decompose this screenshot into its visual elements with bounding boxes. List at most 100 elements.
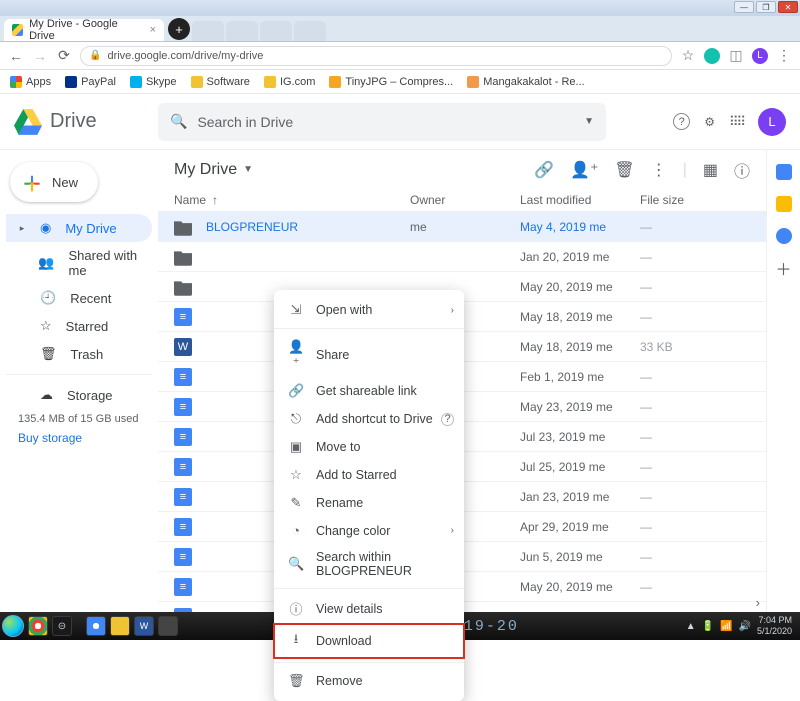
sidebar-item-storage[interactable]: ☁ Storage [6,381,152,409]
tasks-addon-button[interactable] [776,228,792,244]
help-button[interactable]: ? [673,113,690,130]
tray-volume-icon[interactable]: 🔊 [739,621,751,632]
folder-icon [174,218,192,236]
clock-icon: 🕘 [40,290,56,306]
search-input[interactable]: 🔍 Search in Drive ▼ [158,103,606,141]
settings-button[interactable]: ⚙ [704,115,715,129]
bookmarks-bar: Apps PayPal Skype Software IG.com TinyJP… [0,70,800,94]
bookmark-tinyjpg[interactable]: TinyJPG – Compres... [329,76,453,88]
tinyjpg-icon [329,76,341,88]
drive-icon: ◉ [40,220,51,236]
taskbar-app-chrome[interactable] [28,616,48,636]
window-titlebar: — ❐ ✕ [0,0,800,16]
sidebar-item-shared[interactable]: 👥 Shared with me [6,242,152,284]
file-size: — [640,580,720,594]
column-modified[interactable]: Last modified [520,193,640,207]
search-icon: 🔍 [288,556,304,572]
view-details-button[interactable]: ⓘ [734,158,750,182]
background-tab[interactable] [260,21,292,41]
taskbar-app-explorer[interactable] [110,616,130,636]
window-minimize-button[interactable]: — [734,1,754,13]
drive-brand-text: Drive [50,110,97,133]
shared-folder-icon [174,248,192,266]
get-addons-button[interactable]: ＋ [776,260,792,276]
share-button[interactable]: 👤⁺ [570,160,598,180]
column-owner[interactable]: Owner [410,193,520,207]
file-row[interactable]: Jan 20, 2019 me— [158,242,766,272]
ctx-share[interactable]: 👤⁺Share [274,333,464,377]
file-size: — [640,460,720,474]
sidebar-item-mydrive[interactable]: ▸ ◉ My Drive [6,214,152,242]
sidebar-item-recent[interactable]: 🕘 Recent [6,284,152,312]
nav-reload-button[interactable]: ⟳ [56,48,72,64]
get-link-button[interactable]: 🔗 [534,160,554,180]
ctx-download[interactable]: ⭳Download [274,624,464,658]
drive-logo[interactable]: Drive [14,109,148,135]
new-button[interactable]: ＋ New [10,162,98,202]
grid-view-button[interactable]: ▦ [703,160,718,180]
tray-network-icon[interactable]: 📶 [720,621,732,632]
tray-battery-icon[interactable]: 🔋 [702,621,714,632]
bookmark-paypal[interactable]: PayPal [65,76,116,88]
start-button[interactable] [0,613,26,639]
account-avatar[interactable]: L [758,108,786,136]
taskbar-app[interactable] [86,616,106,636]
column-size[interactable]: File size [640,193,720,207]
chevron-down-icon[interactable]: ▼ [243,164,253,175]
more-actions-button[interactable]: ⋮ [651,160,667,180]
browser-menu-button[interactable]: ⋮ [776,48,792,64]
apps-grid-button[interactable]: ⠿⠿ [729,114,744,130]
window-close-button[interactable]: ✕ [778,1,798,13]
background-tab[interactable] [294,21,326,41]
address-url: drive.google.com/drive/my-drive [107,50,263,62]
scroll-right-icon[interactable]: › [756,595,760,610]
background-tab[interactable] [192,21,224,41]
keep-addon-button[interactable] [776,196,792,212]
ctx-change-color[interactable]: ◔Change color› [274,517,464,544]
address-bar[interactable]: 🔒 drive.google.com/drive/my-drive [80,46,672,66]
ctx-add-star[interactable]: ☆Add to Starred [274,461,464,489]
tab-close-icon[interactable]: × [150,24,156,36]
ctx-rename[interactable]: ✎Rename [274,489,464,517]
bookmark-ig[interactable]: IG.com [264,76,315,88]
search-options-icon[interactable]: ▼ [584,116,594,127]
bookmark-software[interactable]: Software [191,76,250,88]
ctx-get-link[interactable]: 🔗Get shareable link [274,377,464,405]
browser-tab-active[interactable]: My Drive - Google Drive × [4,19,164,41]
background-tab[interactable] [226,21,258,41]
buy-storage-link[interactable]: Buy storage [6,427,152,449]
column-name[interactable]: Name ↑ [174,193,410,207]
file-modified: May 20, 2019 me [520,580,640,594]
profile-avatar-icon[interactable]: L [752,48,768,64]
tray-icon[interactable]: ▲ [686,621,696,632]
new-tab-button[interactable]: + [168,18,190,40]
file-modified: Jul 23, 2019 me [520,430,640,444]
nav-forward-button[interactable]: → [32,48,48,64]
bookmark-star-icon[interactable]: ☆ [680,48,696,64]
gdoc-icon: ≡ [174,488,192,506]
file-modified: Jan 20, 2019 me [520,250,640,264]
calendar-addon-button[interactable] [776,164,792,180]
taskbar-app-word[interactable]: W [134,616,154,636]
ctx-view-details[interactable]: ⓘView details [274,593,464,624]
breadcrumb-mydrive[interactable]: My Drive [174,161,237,179]
sidebar-item-trash[interactable]: 🗑 Trash [6,340,152,368]
sidebar-item-starred[interactable]: ☆ Starred [6,312,152,340]
nav-back-button[interactable]: ← [8,48,24,64]
trash-button[interactable]: 🗑 [614,160,634,180]
window-maximize-button[interactable]: ❐ [756,1,776,13]
taskbar-app[interactable] [158,616,178,636]
taskbar-app[interactable]: ⊝ [52,616,72,636]
ctx-move-to[interactable]: ▣Move to [274,433,464,461]
ctx-remove[interactable]: 🗑Remove [274,667,464,695]
bookmark-apps[interactable]: Apps [10,76,51,88]
extension-icon[interactable]: ◫ [728,48,744,64]
file-row[interactable]: BLOGPRENEURmeMay 4, 2019 me— [158,212,766,242]
bookmark-manga[interactable]: Mangakakalot - Re... [467,76,585,88]
taskbar-clock[interactable]: 7:04 PM 5/1/2020 [757,615,796,637]
ctx-search-within[interactable]: 🔍Search within BLOGPRENEUR [274,544,464,584]
ctx-open-with[interactable]: ⇲Open with› [274,296,464,324]
bookmark-skype[interactable]: Skype [130,76,177,88]
extension-icon[interactable] [704,48,720,64]
ctx-add-shortcut[interactable]: ⎋Add shortcut to Drive? [274,405,464,433]
